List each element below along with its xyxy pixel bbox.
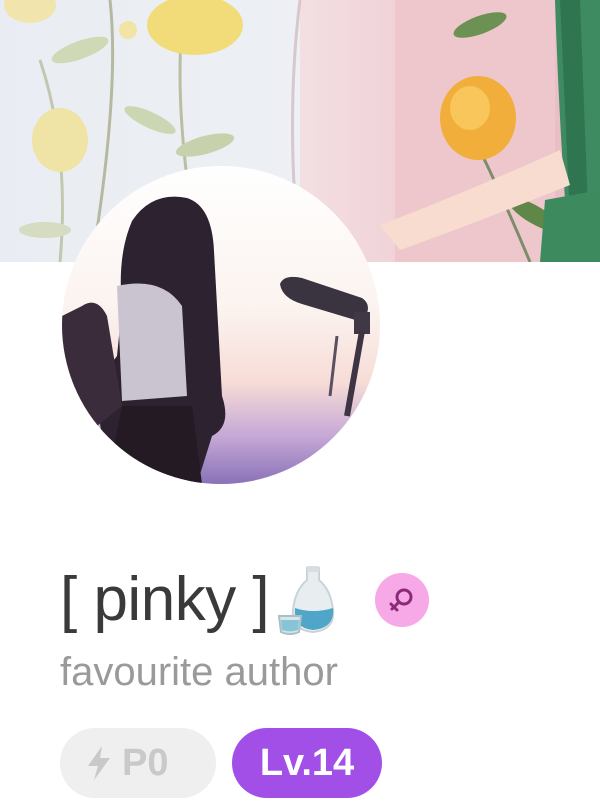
points-label: P0 bbox=[122, 741, 169, 784]
profile-avatar[interactable] bbox=[62, 166, 380, 484]
username: [ pinky ] bbox=[60, 565, 270, 634]
points-chip[interactable]: P0 bbox=[60, 728, 216, 798]
sake-bottle-icon bbox=[277, 564, 341, 636]
profile-name-row: [ pinky ] bbox=[60, 560, 430, 640]
level-badge[interactable]: Lv.14 bbox=[232, 728, 382, 798]
female-icon bbox=[375, 573, 430, 627]
profile-badges: P0 Lv.14 bbox=[60, 728, 382, 798]
profile-title: favourite author bbox=[60, 650, 338, 694]
lightning-icon bbox=[88, 746, 110, 780]
level-label: Lv.14 bbox=[259, 741, 355, 784]
